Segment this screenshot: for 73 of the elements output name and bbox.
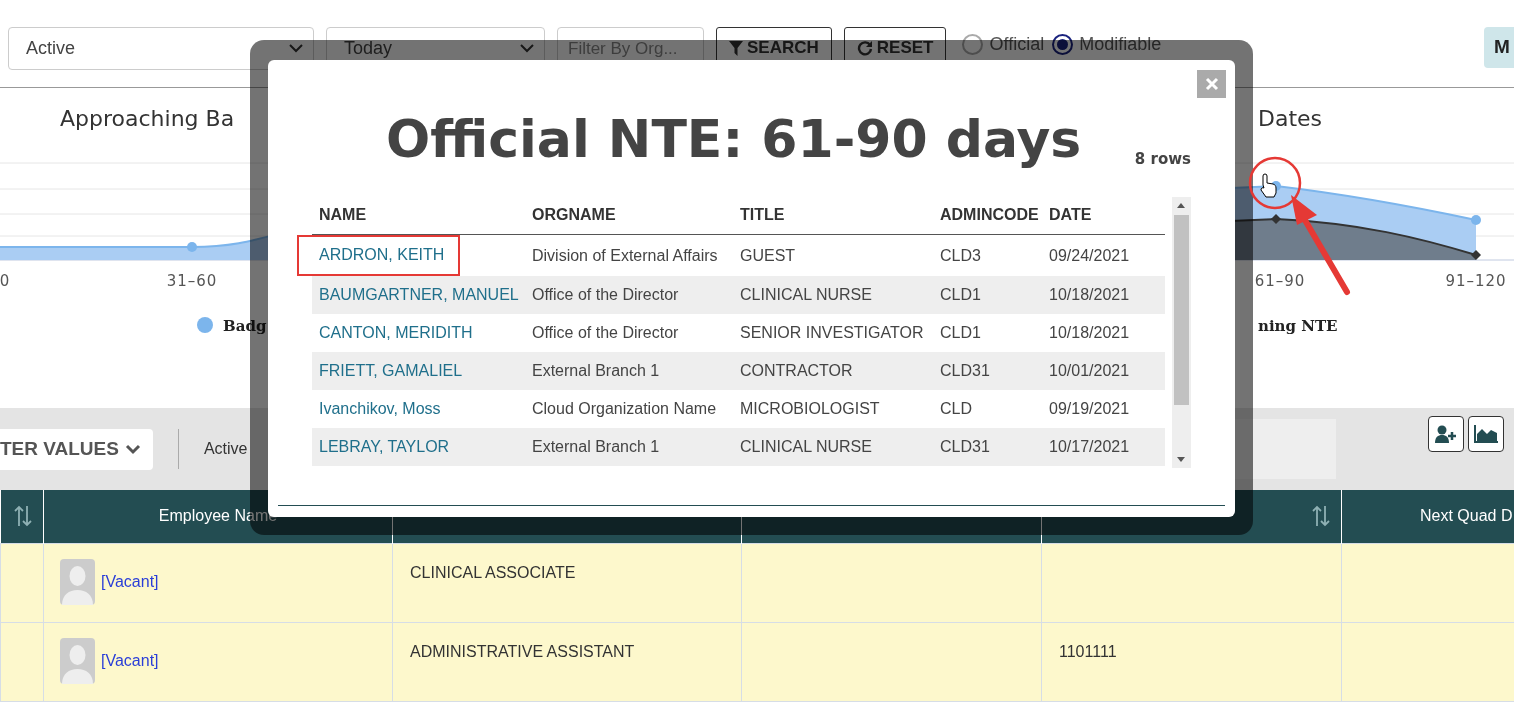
employee-link[interactable]: [Vacant] <box>101 572 159 590</box>
table-cell: 09/19/2021 <box>1049 400 1130 417</box>
axis-label: 91–120 <box>1445 272 1507 290</box>
saved-filter-label: Active <box>203 439 248 459</box>
table-cell: Office of the Director <box>532 286 679 303</box>
chevron-icon <box>289 44 303 53</box>
name-link[interactable]: CANTON, MERIDITH <box>319 324 473 341</box>
table-cell: External Branch 1 <box>532 438 660 455</box>
table-cell: Office of the Director <box>532 324 679 341</box>
table-cell: CLINICAL ASSOCIATE <box>410 563 576 581</box>
table-cell: ADMINISTRATIVE ASSISTANT <box>410 642 635 660</box>
table-cell: SENIOR INVESTIGATOR <box>740 324 924 341</box>
scroll-up-icon[interactable] <box>1177 203 1185 208</box>
axis-label: 31–60 <box>166 272 218 290</box>
dropdown[interactable]: Active <box>8 27 314 70</box>
chart-title: Approaching Ba <box>60 105 235 133</box>
filter-values-button[interactable]: TER VALUES <box>0 428 153 470</box>
axis-label: 61–90 <box>1254 272 1306 290</box>
axis-label: 0 <box>0 272 11 290</box>
chart-title: Dates <box>1258 105 1323 133</box>
table-cell: External Branch 1 <box>532 362 660 379</box>
hand-cursor-icon <box>1260 173 1277 198</box>
data-point[interactable] <box>1471 250 1481 260</box>
column-header: ORGNAME <box>532 206 616 223</box>
close-icon <box>1204 77 1219 91</box>
column-header[interactable]: Next Quad D <box>1420 507 1513 525</box>
table-cell: CLINICAL NURSE <box>740 286 872 303</box>
scrollbar[interactable] <box>1172 197 1191 468</box>
table-cell: CLINICAL NURSE <box>740 438 872 455</box>
table-cell: CLD <box>940 400 972 417</box>
chart-button[interactable] <box>1468 416 1504 452</box>
add-user-icon <box>1435 425 1457 443</box>
column-header: DATE <box>1049 206 1092 223</box>
employee-link[interactable]: [Vacant] <box>101 651 159 669</box>
scroll-thumb[interactable] <box>1174 215 1189 405</box>
menu-button[interactable]: M <box>1484 27 1514 68</box>
table-cell: 10/18/2021 <box>1049 324 1130 341</box>
table-cell: MICROBIOLOGIST <box>740 400 880 417</box>
chevron-icon <box>520 44 534 53</box>
chevron-icon <box>124 443 141 455</box>
highlight-circle <box>1248 156 1302 210</box>
data-point[interactable] <box>1271 214 1281 224</box>
scroll-down-icon[interactable] <box>1177 457 1185 462</box>
table-cell: CLD1 <box>940 324 981 341</box>
table-cell: 10/17/2021 <box>1049 438 1130 455</box>
table-cell: Cloud Organization Name <box>532 400 717 417</box>
name-link[interactable]: ARDRON, KEITH <box>319 246 445 263</box>
table-cell: 09/24/2021 <box>1049 246 1130 264</box>
row-count: 8 rows <box>1134 149 1191 170</box>
add-user-button[interactable] <box>1428 416 1464 452</box>
area-chart-icon <box>1474 425 1498 443</box>
table-cell: 10/01/2021 <box>1049 362 1130 379</box>
table-cell: Division of External Affairs <box>532 246 718 264</box>
refresh-icon <box>856 40 873 56</box>
column-header: ADMINCODE <box>940 206 1039 223</box>
legend-label[interactable]: ning NTE <box>1258 317 1338 335</box>
name-link[interactable]: Ivanchikov, Moss <box>319 400 441 417</box>
column-header: NAME <box>319 206 367 223</box>
table-cell: GUEST <box>740 246 796 264</box>
table-cell: 10/18/2021 <box>1049 286 1130 303</box>
table-cell: 1101111 <box>1059 642 1117 660</box>
column-header: TITLE <box>740 206 785 223</box>
sort-icon[interactable] <box>1311 505 1331 527</box>
avatar-icon <box>60 637 95 684</box>
avatar-icon <box>60 558 95 605</box>
sort-icon[interactable] <box>12 505 33 527</box>
table-cell: CLD31 <box>940 362 990 379</box>
table-cell: CLD31 <box>940 438 990 455</box>
table-cell: CONTRACTOR <box>740 362 853 379</box>
filter-icon <box>729 40 743 56</box>
table-cell: CLD1 <box>940 286 981 303</box>
modal-title: Official NTE: 61-90 days <box>386 108 1082 171</box>
table-cell: CLD3 <box>940 246 981 264</box>
